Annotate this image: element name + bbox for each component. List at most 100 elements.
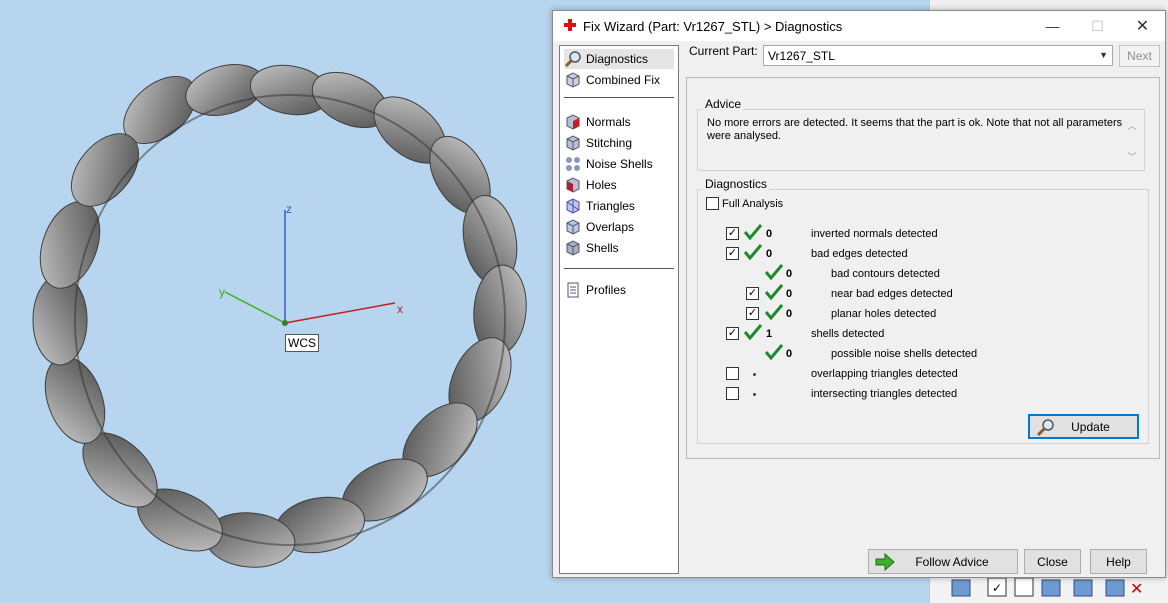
overlapping-triangles-text: overlapping triangles detected xyxy=(811,368,958,380)
near-bad-edges-checkbox[interactable]: ✓ xyxy=(746,287,759,300)
nav-item-profiles[interactable]: Profiles xyxy=(564,280,674,300)
current-part-dropdown[interactable]: Vr1267_STL ▼ xyxy=(763,45,1113,66)
document-icon xyxy=(567,282,579,298)
chevron-down-icon: ▼ xyxy=(1099,50,1108,60)
full-analysis-checkbox[interactable] xyxy=(706,197,719,210)
noise-shells-icon xyxy=(566,157,580,171)
near-bad-edges-text: near bad edges detected xyxy=(831,288,953,300)
full-analysis-label: Full Analysis xyxy=(722,198,784,210)
nav-separator xyxy=(564,97,674,98)
stitching-icon xyxy=(566,135,580,151)
axis-x-label: x xyxy=(397,302,403,316)
noise-shells-text: possible noise shells detected xyxy=(831,348,978,360)
update-button[interactable]: Update xyxy=(1028,414,1139,439)
green-check-icon xyxy=(744,244,762,260)
nav-item-overlaps[interactable]: Overlaps xyxy=(564,217,674,237)
green-arrow-icon xyxy=(875,553,895,571)
fix-category-list: Diagnostics Combined Fix Normals Stitchi… xyxy=(559,45,679,574)
nav-label: Shells xyxy=(586,241,619,255)
overlapping-triangles-checkbox[interactable] xyxy=(726,367,739,380)
nav-label: Profiles xyxy=(586,283,627,297)
green-check-icon xyxy=(765,344,783,360)
overlaps-icon xyxy=(566,219,580,235)
intersecting-triangles-text: intersecting triangles detected xyxy=(811,388,958,400)
near-bad-edges-count: 0 xyxy=(786,288,793,300)
intersecting-triangles-checkbox[interactable] xyxy=(726,387,739,400)
current-part-label: Current Part: xyxy=(689,44,758,58)
nav-label: Diagnostics xyxy=(586,52,649,66)
nav-separator xyxy=(564,268,674,269)
nav-item-stitching[interactable]: Stitching xyxy=(564,133,674,153)
current-part-value: Vr1267_STL xyxy=(768,49,835,63)
dialog-titlebar[interactable]: Fix Wizard (Part: Vr1267_STL) > Diagnost… xyxy=(553,11,1165,41)
inverted-normals-count: 0 xyxy=(766,228,773,240)
advice-label: Advice xyxy=(703,97,744,111)
nav-item-normals[interactable]: Normals xyxy=(564,112,674,132)
bad-edges-count: 0 xyxy=(766,248,773,260)
inverted-normals-text: inverted normals detected xyxy=(811,228,938,240)
shells-checkbox[interactable]: ✓ xyxy=(726,327,739,340)
green-check-icon xyxy=(765,284,783,300)
diagnostics-group-label: Diagnostics xyxy=(703,177,770,191)
axis-z-label: z xyxy=(286,202,292,216)
normals-icon xyxy=(566,114,580,130)
planar-holes-text: planar holes detected xyxy=(831,308,937,320)
nav-item-noise-shells[interactable]: Noise Shells xyxy=(564,154,674,174)
green-check-icon xyxy=(744,324,762,340)
scroll-up-icon[interactable]: ︿ xyxy=(1123,119,1141,132)
pending-dot-icon xyxy=(753,373,756,376)
green-check-icon xyxy=(765,304,783,320)
svg-text:✓: ✓ xyxy=(992,581,1002,595)
follow-advice-label: Follow Advice xyxy=(915,554,989,569)
help-button[interactable]: Help xyxy=(1090,549,1147,574)
nav-label: Noise Shells xyxy=(586,157,653,171)
nav-label: Normals xyxy=(586,115,631,129)
fix-wizard-dialog: Fix Wizard (Part: Vr1267_STL) > Diagnost… xyxy=(552,10,1166,578)
follow-advice-button[interactable]: Follow Advice xyxy=(868,549,1018,574)
pending-dot-icon xyxy=(753,393,756,396)
scroll-down-icon[interactable]: ﹀ xyxy=(1123,150,1141,163)
nav-label: Holes xyxy=(586,178,617,192)
wcs-label: WCS xyxy=(285,334,319,352)
holes-icon xyxy=(566,177,580,193)
chain-ring-model: z x y xyxy=(32,64,527,568)
bad-edges-text: bad edges detected xyxy=(811,248,908,260)
nav-item-holes[interactable]: Holes xyxy=(564,175,674,195)
planar-holes-count: 0 xyxy=(786,308,793,320)
planar-holes-checkbox[interactable]: ✓ xyxy=(746,307,759,320)
update-label: Update xyxy=(1071,419,1110,434)
green-check-icon xyxy=(765,264,783,280)
dialog-title: Fix Wizard (Part: Vr1267_STL) > Diagnost… xyxy=(583,19,843,34)
advice-text: No more errors are detected. It seems th… xyxy=(707,117,1123,142)
bad-contours-text: bad contours detected xyxy=(831,268,940,280)
green-check-icon xyxy=(744,224,762,240)
nav-item-combined-fix[interactable]: Combined Fix xyxy=(564,70,674,90)
magnifier-icon xyxy=(1036,419,1054,436)
triangles-icon xyxy=(566,198,580,214)
bad-edges-checkbox[interactable]: ✓ xyxy=(726,247,739,260)
bad-contours-count: 0 xyxy=(786,268,793,280)
close-button[interactable]: Close xyxy=(1024,549,1081,574)
inverted-normals-checkbox[interactable]: ✓ xyxy=(726,227,739,240)
nav-label: Overlaps xyxy=(586,220,635,234)
nav-item-diagnostics[interactable]: Diagnostics xyxy=(564,49,674,69)
advice-scrollbar[interactable]: ︿ ﹀ xyxy=(1123,115,1141,167)
magnifier-icon xyxy=(564,51,581,68)
red-cross-icon xyxy=(564,19,576,31)
nav-label: Triangles xyxy=(586,199,635,213)
minimize-button[interactable]: — xyxy=(1030,11,1075,41)
shells-count: 1 xyxy=(766,328,773,340)
shells-icon xyxy=(566,240,580,256)
svg-text:✕: ✕ xyxy=(1130,581,1143,598)
nav-label: Stitching xyxy=(586,136,633,150)
noise-shells-count: 0 xyxy=(786,348,793,360)
nav-label: Combined Fix xyxy=(586,73,661,87)
next-button[interactable]: Next xyxy=(1119,45,1160,67)
shells-text: shells detected xyxy=(811,328,885,340)
close-window-button[interactable]: ✕ xyxy=(1120,11,1165,41)
maximize-button[interactable]: ☐ xyxy=(1075,11,1120,41)
cube-icon xyxy=(566,72,580,88)
nav-item-shells[interactable]: Shells xyxy=(564,238,674,258)
axis-y-label: y xyxy=(219,285,225,299)
nav-item-triangles[interactable]: Triangles xyxy=(564,196,674,216)
